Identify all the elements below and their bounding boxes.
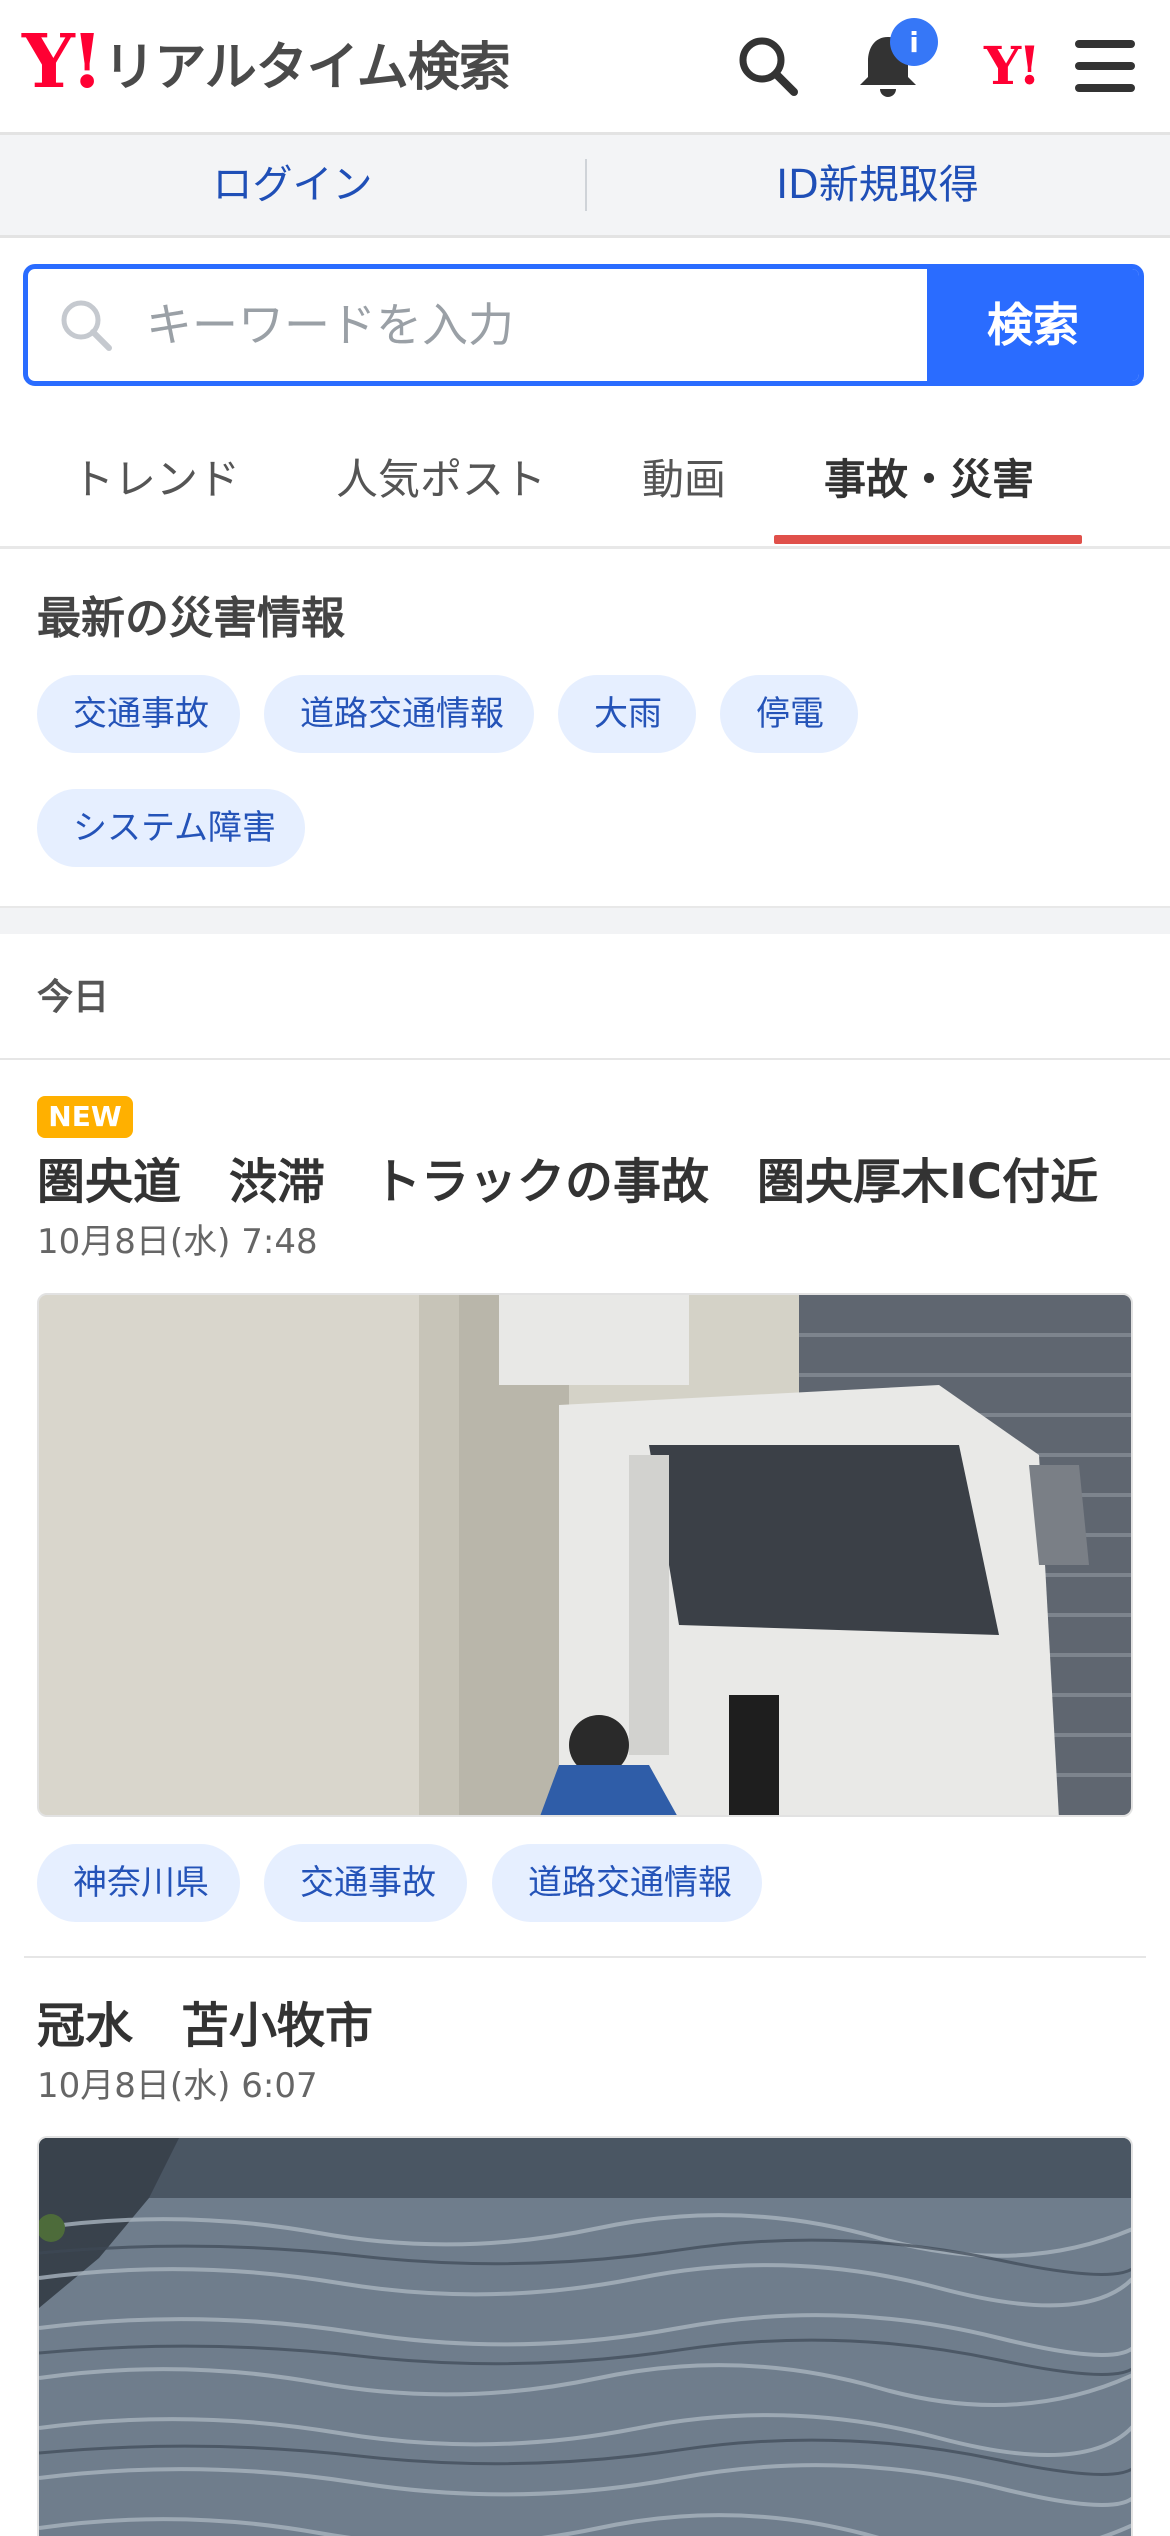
section-separator xyxy=(0,906,1170,934)
logo-title: リアルタイム検索 xyxy=(103,37,510,98)
signup-link[interactable]: ID新規取得 xyxy=(585,135,1170,235)
tag-kanagawa[interactable]: 神奈川県 xyxy=(37,1844,240,1922)
yahoo-realtime-logo[interactable]: Y! リアルタイム検索 xyxy=(22,19,511,105)
notification-button[interactable]: i xyxy=(848,18,938,106)
tab-popular-posts[interactable]: 人気ポスト xyxy=(336,446,546,507)
tag-road-traffic-info[interactable]: 道路交通情報 xyxy=(492,1844,762,1922)
disaster-section-title: 最新の災害情報 xyxy=(37,593,345,644)
tab-videos[interactable]: 動画 xyxy=(642,446,726,507)
yahoo-japan-mark: Y! xyxy=(984,35,1041,97)
logo-y-mark: Y! xyxy=(22,19,103,105)
search-input[interactable]: キーワードを入力 xyxy=(146,269,514,381)
day-label: 今日 xyxy=(37,977,110,1018)
article-photo-flood[interactable] xyxy=(37,2136,1133,2536)
chip-traffic-accident[interactable]: 交通事故 xyxy=(37,675,240,753)
search-input-icon xyxy=(61,300,112,351)
category-tabs: トレンド 人気ポスト 動画 事故・災害 xyxy=(0,406,1170,549)
yahoo-japan-icon[interactable]: Y! xyxy=(966,26,1056,106)
tab-trend[interactable]: トレンド xyxy=(72,446,240,507)
chip-heavy-rain[interactable]: 大雨 xyxy=(558,675,696,753)
article-photo-truck[interactable] xyxy=(37,1293,1133,1817)
chip-road-traffic-info[interactable]: 道路交通情報 xyxy=(264,675,534,753)
divider xyxy=(0,1058,1170,1060)
app-header: Y! リアルタイム検索 i Y! xyxy=(0,0,1170,135)
article-date: 10月8日(水) 7:48 xyxy=(37,1222,318,1262)
chip-system-failure[interactable]: システム障害 xyxy=(37,789,305,867)
active-tab-indicator xyxy=(774,535,1082,544)
hamburger-menu-icon[interactable] xyxy=(1065,26,1145,106)
article-title[interactable]: 圏央道 渋滞 トラックの事故 圏央厚木IC付近 xyxy=(37,1142,1098,1212)
search-icon[interactable] xyxy=(728,26,808,106)
login-link[interactable]: ログイン xyxy=(0,135,585,235)
tab-accident-disaster[interactable]: 事故・災害 xyxy=(824,446,1034,507)
chip-power-outage[interactable]: 停電 xyxy=(720,675,858,753)
auth-bar: ログイン ID新規取得 xyxy=(0,135,1170,238)
article-divider xyxy=(24,1956,1146,1958)
tag-traffic-accident[interactable]: 交通事故 xyxy=(264,1844,467,1922)
search-bar: キーワードを入力 検索 xyxy=(23,264,1144,386)
search-button[interactable]: 検索 xyxy=(927,269,1139,381)
notification-badge: i xyxy=(890,18,938,66)
article-title[interactable]: 冠水 苫小牧市 xyxy=(37,1986,373,2056)
article-date: 10月8日(水) 6:07 xyxy=(37,2066,318,2106)
new-badge: NEW xyxy=(37,1096,133,1138)
